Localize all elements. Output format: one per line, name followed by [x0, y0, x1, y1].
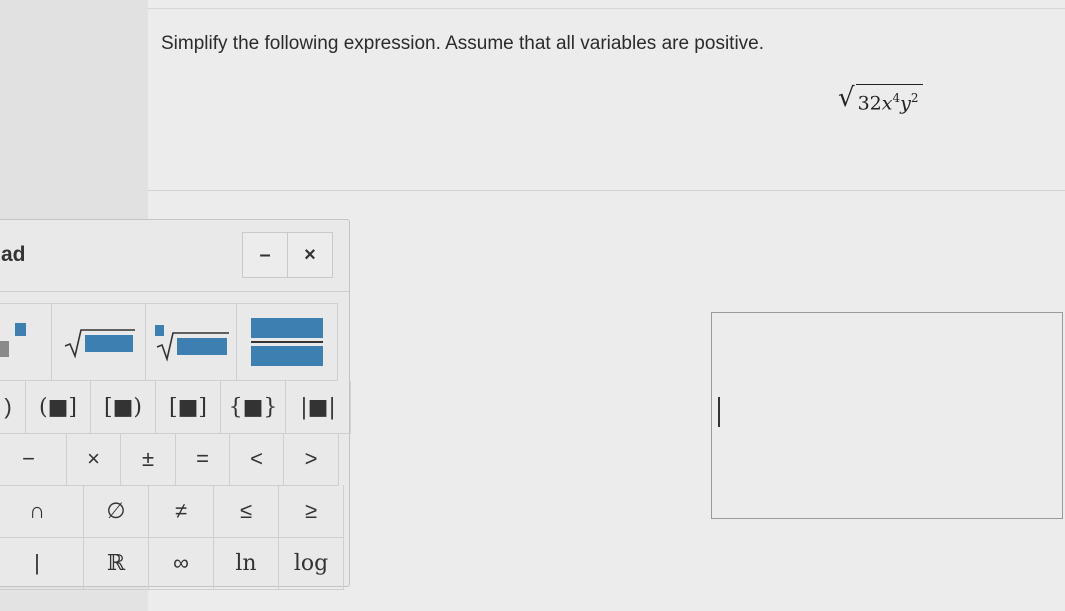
intersection-key[interactable]: ∩ [0, 485, 84, 538]
absolute-value-key[interactable]: |■| [286, 381, 351, 434]
exponent-key[interactable] [0, 303, 52, 381]
question-prompt: Simplify the following expression. Assum… [161, 33, 765, 54]
exponent-y: 2 [910, 91, 919, 105]
set-braces-key[interactable]: {■} [221, 381, 286, 434]
section-divider [148, 190, 1065, 191]
coefficient: 32 [857, 92, 882, 115]
minimize-button[interactable]: – [242, 232, 288, 278]
real-numbers-key[interactable]: ℝ [84, 537, 149, 590]
radicand: 32x4y2 [855, 84, 923, 115]
greater-than-key[interactable]: > [284, 433, 339, 486]
infinity-key[interactable]: ∞ [149, 537, 214, 590]
bracket-key-partial[interactable]: ) [0, 381, 26, 434]
divides-key[interactable]: | [0, 537, 84, 590]
fraction-icon [251, 318, 323, 366]
misc-row: | ℝ ∞ ln log [0, 537, 344, 590]
keypad-controls: – × [242, 232, 333, 278]
less-equal-key[interactable]: ≤ [214, 485, 279, 538]
close-button[interactable]: × [288, 232, 333, 278]
sqrt-symbol: √ [838, 83, 855, 113]
variable-y: y [900, 92, 911, 115]
exponent-x: 4 [892, 91, 901, 105]
closed-interval-key[interactable]: [■] [156, 381, 221, 434]
top-divider [148, 8, 1065, 9]
not-equal-key[interactable]: ≠ [149, 485, 214, 538]
keypad-divider [0, 291, 349, 292]
natural-log-key[interactable]: ln [214, 537, 279, 590]
variable-x: x [881, 92, 893, 115]
exponent-icon [0, 323, 26, 357]
minus-key[interactable]: − [0, 433, 67, 486]
text-cursor [718, 397, 720, 427]
left-background [0, 0, 148, 220]
relation-row: ∩ ∅ ≠ ≤ ≥ [0, 485, 344, 538]
nth-root-key[interactable] [146, 303, 237, 381]
template-row [0, 303, 338, 381]
keypad-title: ad [1, 243, 26, 266]
square-root-key[interactable] [52, 303, 146, 381]
equals-key[interactable]: = [176, 433, 230, 486]
less-than-key[interactable]: < [230, 433, 284, 486]
times-key[interactable]: × [67, 433, 121, 486]
half-open-interval-right-key[interactable]: [■) [91, 381, 156, 434]
operator-row: − × ± = < > [0, 433, 339, 486]
log-key[interactable]: log [279, 537, 344, 590]
bracket-row: ) (■] [■) [■] {■} |■| [0, 381, 351, 434]
radical-expression: √ 32x4y2 [838, 84, 923, 114]
answer-input[interactable] [711, 312, 1063, 519]
nth-root-icon [155, 325, 229, 362]
greater-equal-key[interactable]: ≥ [279, 485, 344, 538]
plus-minus-key[interactable]: ± [121, 433, 176, 486]
square-root-icon [64, 329, 135, 359]
empty-set-key[interactable]: ∅ [84, 485, 149, 538]
half-open-interval-left-key[interactable]: (■] [26, 381, 91, 434]
fraction-key[interactable] [237, 303, 338, 381]
math-keypad: ad – ×) (■] [■) [■] {■} |■| − × ± = < >… [0, 219, 351, 590]
